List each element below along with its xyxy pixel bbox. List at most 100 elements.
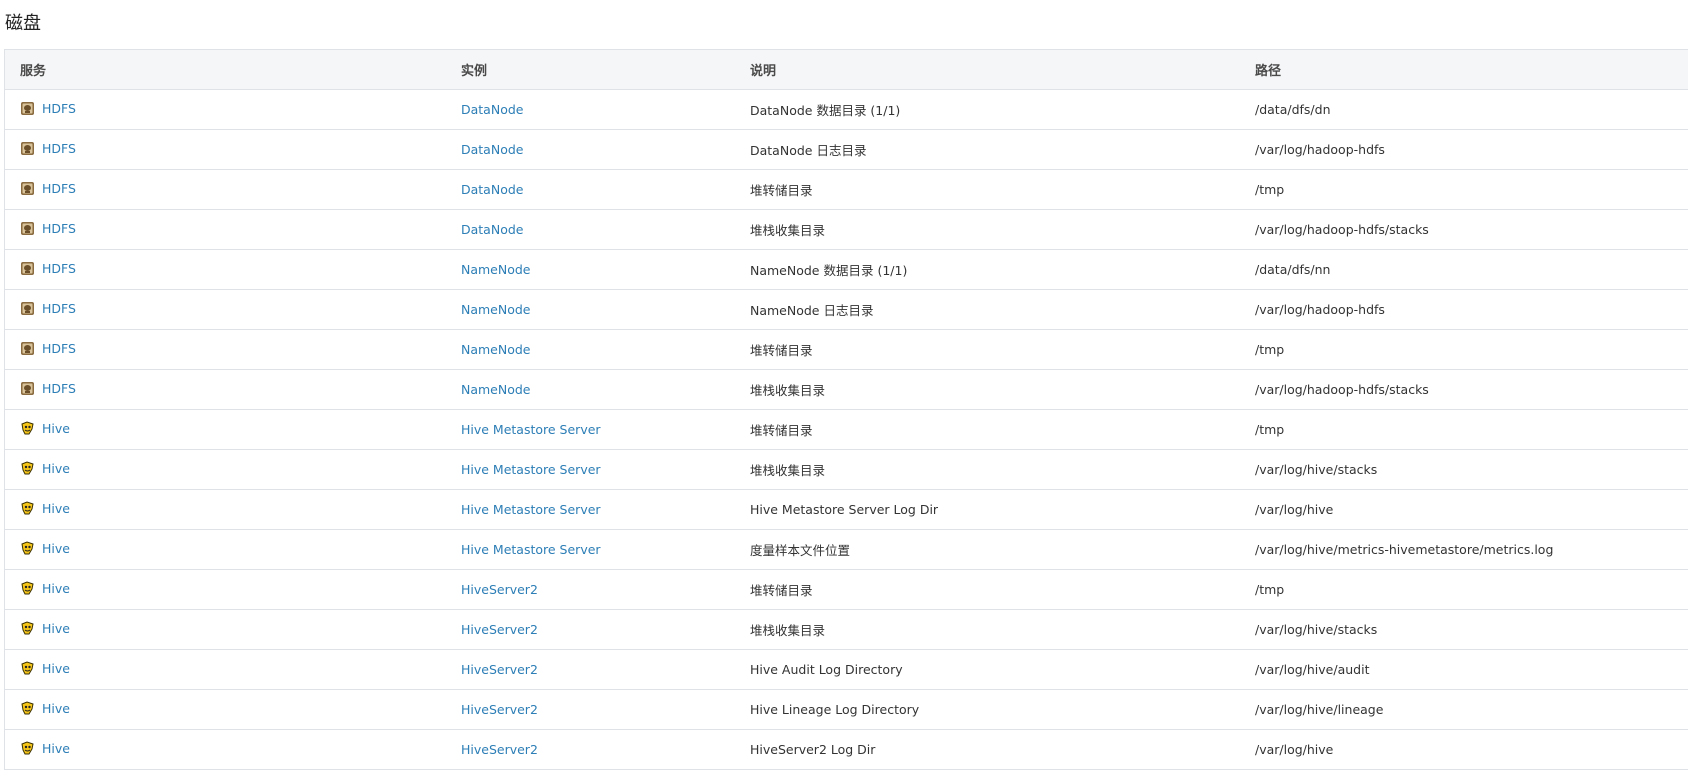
- service-link[interactable]: HDFS: [42, 221, 76, 236]
- column-header-path[interactable]: 路径: [1240, 50, 1688, 90]
- cell-path: /var/log/hive/audit: [1240, 649, 1688, 690]
- column-header-instance[interactable]: 实例: [446, 50, 735, 90]
- service-wrapper: Hive: [20, 501, 70, 516]
- cell-path: /tmp: [1240, 569, 1688, 610]
- service-link[interactable]: Hive: [42, 741, 70, 756]
- cell-service: Hive: [5, 409, 446, 450]
- service-wrapper: Hive: [20, 661, 70, 676]
- instance-link[interactable]: DataNode: [461, 102, 523, 117]
- service-wrapper: Hive: [20, 701, 70, 716]
- cell-path: /var/log/hive/stacks: [1240, 609, 1688, 650]
- cell-path: /tmp: [1240, 169, 1688, 210]
- cell-description: 堆转储目录: [735, 409, 1240, 450]
- cell-instance: Hive Metastore Server: [446, 529, 735, 570]
- cell-instance: Hive Metastore Server: [446, 409, 735, 450]
- table-row: Hive Hive Metastore Server 堆转储目录/tmp: [5, 409, 1688, 450]
- hdfs-icon: [20, 301, 35, 316]
- service-link[interactable]: Hive: [42, 581, 70, 596]
- cell-instance: HiveServer2: [446, 689, 735, 730]
- hive-icon: [20, 740, 35, 756]
- instance-link[interactable]: HiveServer2: [461, 622, 538, 637]
- service-link[interactable]: Hive: [42, 621, 70, 636]
- instance-link[interactable]: Hive Metastore Server: [461, 502, 601, 517]
- cell-description: NameNode 数据目录 (1/1): [735, 249, 1240, 290]
- cell-service: Hive: [5, 529, 446, 570]
- table-row: HDFS NameNode NameNode 日志目录/var/log/hadoop…: [5, 289, 1688, 330]
- cell-service: HDFS: [5, 369, 446, 410]
- cell-description: Hive Audit Log Directory: [735, 649, 1240, 690]
- hdfs-icon: [20, 221, 35, 236]
- service-link[interactable]: HDFS: [42, 261, 76, 276]
- service-link[interactable]: HDFS: [42, 301, 76, 316]
- cell-service: HDFS: [5, 289, 446, 330]
- service-link[interactable]: HDFS: [42, 101, 76, 116]
- cell-service: Hive: [5, 449, 446, 490]
- service-link[interactable]: HDFS: [42, 141, 76, 156]
- cell-instance: NameNode: [446, 329, 735, 370]
- cell-service: HDFS: [5, 169, 446, 210]
- cell-description: 堆转储目录: [735, 569, 1240, 610]
- cell-path: /var/log/hive: [1240, 489, 1688, 530]
- cell-service: Hive: [5, 689, 446, 730]
- instance-link[interactable]: DataNode: [461, 222, 523, 237]
- disk-table: 服务 实例 说明 路径 HDFS DataNode DataNode 数据目录 (1…: [5, 50, 1688, 770]
- table-row: Hive HiveServer2 堆栈收集目录/var/log/hive/stack…: [5, 609, 1688, 650]
- hdfs-icon: [20, 381, 35, 396]
- service-link[interactable]: HDFS: [42, 341, 76, 356]
- service-wrapper: Hive: [20, 621, 70, 636]
- cell-instance: NameNode: [446, 249, 735, 290]
- cell-path: /var/log/hadoop-hdfs/stacks: [1240, 369, 1688, 410]
- table-row: HDFS NameNode NameNode 数据目录 (1/1)/data/dfs…: [5, 249, 1688, 290]
- service-wrapper: Hive: [20, 421, 70, 436]
- column-header-description[interactable]: 说明: [735, 50, 1240, 90]
- cell-path: /var/log/hive/metrics-hivemetastore/metr…: [1240, 529, 1688, 570]
- service-link[interactable]: Hive: [42, 501, 70, 516]
- cell-instance: DataNode: [446, 89, 735, 130]
- table-row: Hive HiveServer2 Hive Lineage Log Director…: [5, 689, 1688, 730]
- instance-link[interactable]: NameNode: [461, 302, 531, 317]
- service-wrapper: HDFS: [20, 381, 76, 396]
- hive-icon: [20, 500, 35, 516]
- cell-path: /var/log/hive/stacks: [1240, 449, 1688, 490]
- table-row: Hive HiveServer2 HiveServer2 Log Dir/var/l…: [5, 729, 1688, 770]
- service-link[interactable]: Hive: [42, 421, 70, 436]
- hive-icon: [20, 660, 35, 676]
- instance-link[interactable]: DataNode: [461, 182, 523, 197]
- table-row: Hive HiveServer2 堆转储目录/tmp: [5, 569, 1688, 610]
- service-link[interactable]: HDFS: [42, 181, 76, 196]
- service-link[interactable]: Hive: [42, 661, 70, 676]
- hdfs-icon: [20, 261, 35, 276]
- instance-link[interactable]: Hive Metastore Server: [461, 542, 601, 557]
- hive-icon: [20, 540, 35, 556]
- cell-service: Hive: [5, 489, 446, 530]
- instance-link[interactable]: HiveServer2: [461, 702, 538, 717]
- service-link[interactable]: Hive: [42, 701, 70, 716]
- instance-link[interactable]: HiveServer2: [461, 582, 538, 597]
- cell-description: Hive Metastore Server Log Dir: [735, 489, 1240, 530]
- cell-service: HDFS: [5, 249, 446, 290]
- instance-link[interactable]: Hive Metastore Server: [461, 462, 601, 477]
- cell-description: NameNode 日志目录: [735, 289, 1240, 330]
- cell-instance: NameNode: [446, 289, 735, 330]
- service-wrapper: HDFS: [20, 141, 76, 156]
- instance-link[interactable]: DataNode: [461, 142, 523, 157]
- instance-link[interactable]: NameNode: [461, 262, 531, 277]
- instance-link[interactable]: NameNode: [461, 342, 531, 357]
- table-row: Hive HiveServer2 Hive Audit Log Directory /…: [5, 649, 1688, 690]
- cell-path: /var/log/hive: [1240, 729, 1688, 770]
- cell-description: 堆栈收集目录: [735, 369, 1240, 410]
- service-link[interactable]: HDFS: [42, 381, 76, 396]
- instance-link[interactable]: HiveServer2: [461, 742, 538, 757]
- cell-service: Hive: [5, 729, 446, 770]
- hdfs-icon: [20, 341, 35, 356]
- column-header-service[interactable]: 服务: [5, 50, 446, 90]
- service-link[interactable]: Hive: [42, 541, 70, 556]
- hive-icon: [20, 460, 35, 476]
- instance-link[interactable]: HiveServer2: [461, 662, 538, 677]
- instance-link[interactable]: NameNode: [461, 382, 531, 397]
- service-link[interactable]: Hive: [42, 461, 70, 476]
- instance-link[interactable]: Hive Metastore Server: [461, 422, 601, 437]
- cell-path: /var/log/hadoop-hdfs/stacks: [1240, 209, 1688, 250]
- cell-instance: NameNode: [446, 369, 735, 410]
- cell-description: HiveServer2 Log Dir: [735, 729, 1240, 770]
